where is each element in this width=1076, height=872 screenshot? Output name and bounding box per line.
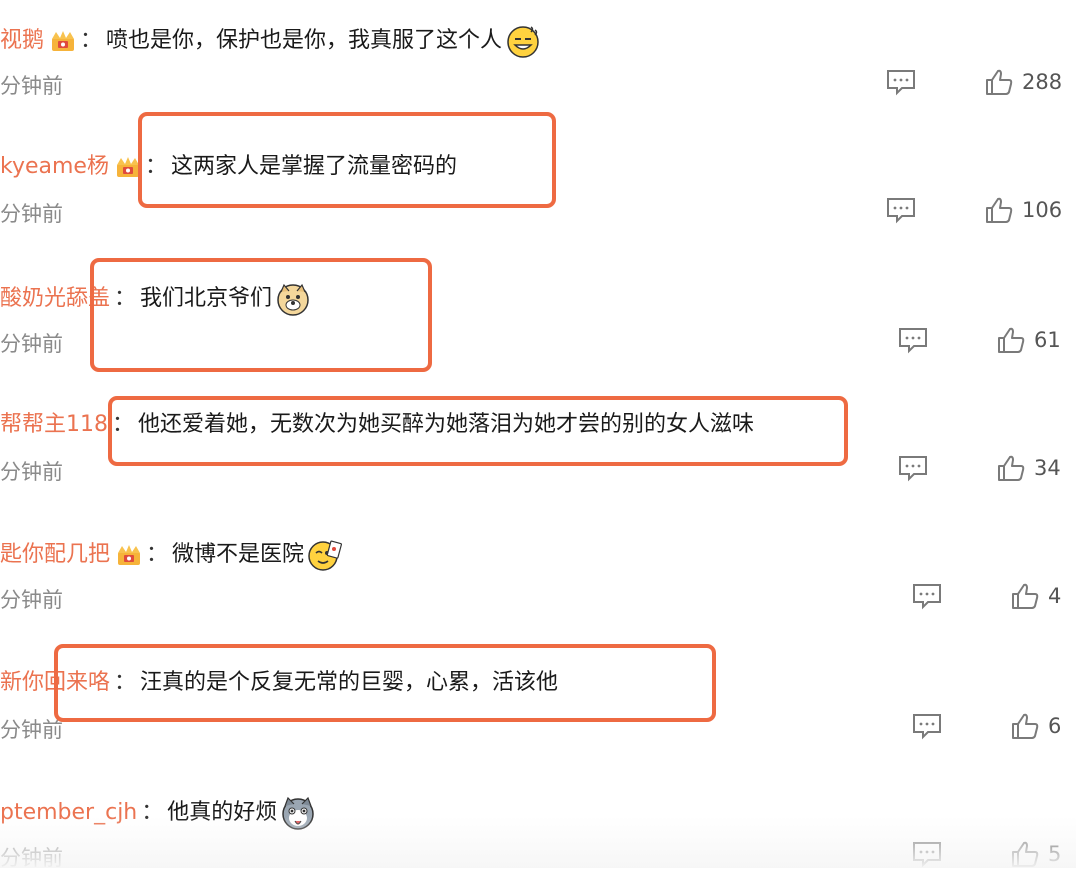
reply-icon[interactable]	[912, 840, 942, 868]
like-count: 6	[1048, 714, 1062, 738]
husky-emoji-icon	[281, 796, 315, 830]
like-count: 34	[1034, 456, 1061, 480]
like-button[interactable]: 106	[984, 194, 1062, 226]
like-button[interactable]: 5	[1010, 838, 1061, 870]
highlight-box	[54, 644, 716, 722]
like-count: 288	[1022, 70, 1063, 94]
comment-username[interactable]: ptember_cjh	[0, 800, 137, 825]
comment-text: 微博不是医院	[172, 542, 305, 567]
like-button[interactable]: 4	[1010, 580, 1061, 612]
grin-sweat-emoji-icon	[506, 24, 540, 58]
like-count: 106	[1022, 198, 1063, 222]
comment-time: 分钟前	[0, 588, 63, 612]
comment-username[interactable]: 视鹅	[0, 28, 44, 53]
highlight-box	[108, 396, 848, 466]
like-count: 5	[1048, 842, 1062, 866]
like-button[interactable]: 34	[996, 452, 1061, 484]
comment-time: 分钟前	[0, 332, 63, 356]
comment-username[interactable]: 匙你配几把	[0, 542, 110, 567]
reply-icon[interactable]	[898, 454, 928, 482]
comment-time: 分钟前	[0, 718, 63, 742]
like-count: 4	[1048, 584, 1062, 608]
reply-icon[interactable]	[886, 196, 916, 224]
like-button[interactable]: 288	[984, 66, 1062, 98]
comment-time: 分钟前	[0, 202, 63, 226]
thumbs-up-icon	[998, 455, 1025, 481]
thumbs-up-icon	[1012, 713, 1039, 739]
thumbs-up-icon	[986, 197, 1013, 223]
comment-username[interactable]: 帮帮主118	[0, 412, 108, 437]
thumbs-up-icon	[1012, 841, 1039, 867]
comment-text: 他真的好烦	[167, 800, 278, 825]
highlight-box	[138, 112, 556, 208]
comment-username[interactable]: kyeame杨	[0, 154, 109, 179]
reply-icon[interactable]	[912, 582, 942, 610]
comment-time: 分钟前	[0, 74, 63, 98]
thumbs-up-icon	[1012, 583, 1039, 609]
reply-icon[interactable]	[898, 326, 928, 354]
comment-time: 分钟前	[0, 460, 63, 484]
like-count: 61	[1034, 328, 1061, 352]
highlight-box	[90, 258, 432, 372]
thumbs-up-icon	[986, 69, 1013, 95]
like-button[interactable]: 6	[1010, 710, 1061, 742]
thumbs-up-icon	[998, 327, 1025, 353]
reply-icon[interactable]	[912, 712, 942, 740]
crown-badge-icon	[50, 29, 76, 53]
like-button[interactable]: 61	[996, 324, 1061, 356]
crown-badge-icon	[116, 543, 142, 567]
reply-icon[interactable]	[886, 68, 916, 96]
wink-card-emoji-icon	[308, 538, 343, 572]
comment-text: 喷也是你，保护也是你，我真服了这个人	[106, 28, 503, 53]
